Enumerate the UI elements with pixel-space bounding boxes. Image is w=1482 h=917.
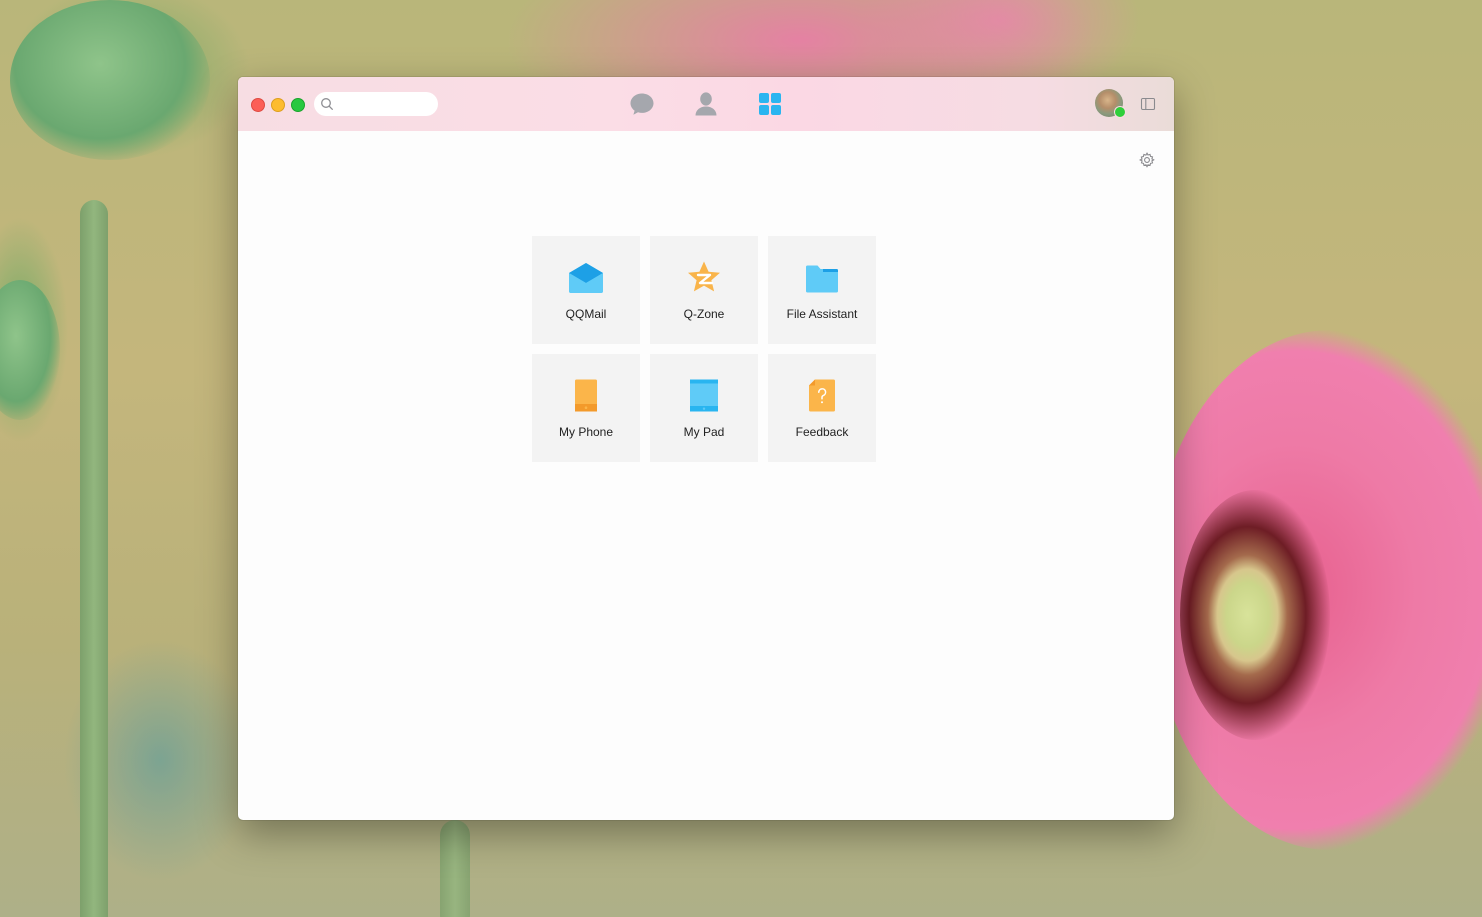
app-label: Feedback	[795, 425, 849, 439]
settings-gear-icon[interactable]	[1138, 151, 1156, 169]
chat-bubble-icon	[630, 93, 654, 115]
contact-person-icon	[695, 92, 717, 116]
phone-icon	[575, 379, 597, 412]
maximize-window-button[interactable]	[291, 98, 305, 112]
wallpaper-poppy-center	[1180, 490, 1330, 740]
app-label: File Assistant	[786, 307, 858, 321]
tab-apps[interactable]	[756, 90, 784, 118]
search-box[interactable]	[314, 92, 438, 116]
qq-main-window: QQMail Q-Zone File Assistant My Phone My…	[238, 77, 1174, 820]
apps-grid: QQMail Q-Zone File Assistant My Phone My…	[532, 236, 878, 462]
apps-grid-icon	[759, 93, 781, 115]
wallpaper-stem	[80, 200, 108, 917]
sidebar-toggle-icon[interactable]	[1140, 96, 1156, 112]
search-icon	[321, 98, 333, 110]
tab-messages[interactable]	[628, 90, 656, 118]
app-tile-qzone[interactable]: Q-Zone	[650, 236, 758, 344]
search-input[interactable]	[336, 95, 432, 113]
app-tile-my-pad[interactable]: My Pad	[650, 354, 758, 462]
app-label: My Pad	[683, 425, 725, 439]
close-window-button[interactable]	[251, 98, 265, 112]
wallpaper-poppy-pod	[10, 0, 210, 160]
app-label: Q-Zone	[683, 307, 725, 321]
wallpaper-stem	[440, 820, 470, 917]
app-tile-file-assistant[interactable]: File Assistant	[768, 236, 876, 344]
app-tile-feedback[interactable]: Feedback	[768, 354, 876, 462]
app-label: My Phone	[558, 425, 614, 439]
app-tile-qqmail[interactable]: QQMail	[532, 236, 640, 344]
qzone-star-icon	[688, 261, 720, 292]
title-bar[interactable]	[238, 77, 1174, 131]
online-status-dot	[1114, 106, 1126, 118]
folder-icon	[806, 265, 838, 293]
mail-envelope-icon	[569, 263, 603, 293]
feedback-document-icon	[809, 379, 835, 412]
tab-contacts[interactable]	[692, 90, 720, 118]
user-avatar[interactable]	[1095, 89, 1126, 118]
tablet-icon	[690, 379, 718, 412]
minimize-window-button[interactable]	[271, 98, 285, 112]
wallpaper-poppy-pod	[0, 280, 60, 420]
app-tile-my-phone[interactable]: My Phone	[532, 354, 640, 462]
app-label: QQMail	[565, 307, 607, 321]
